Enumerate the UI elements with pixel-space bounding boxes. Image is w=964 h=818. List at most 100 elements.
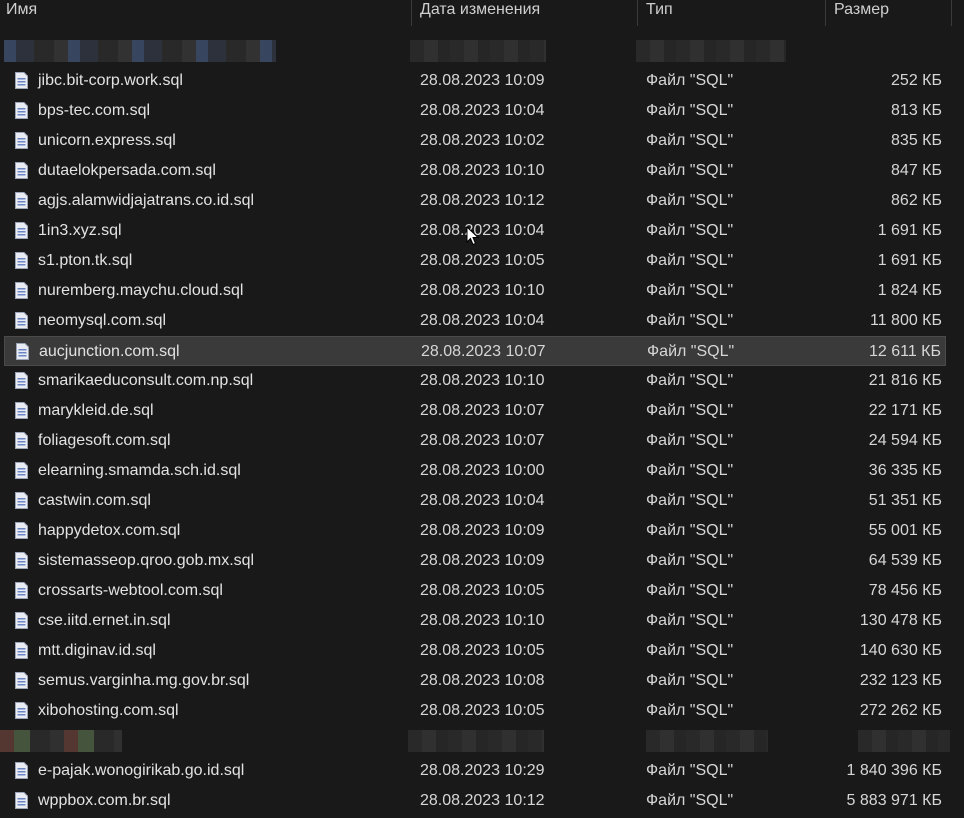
file-row[interactable]: marykleid.de.sql 28.08.2023 10:07 Файл "… bbox=[4, 396, 946, 426]
file-row[interactable]: s1.pton.tk.sql 28.08.2023 10:05 Файл "SQ… bbox=[4, 246, 946, 276]
file-size: 1 824 КБ bbox=[877, 282, 942, 299]
file-type: Файл "SQL" bbox=[646, 792, 734, 809]
file-modified-date: 28.08.2023 10:10 bbox=[420, 372, 545, 389]
file-type: Файл "SQL" bbox=[646, 72, 734, 89]
file-name: foliagesoft.com.sql bbox=[38, 432, 171, 449]
file-type: Файл "SQL" bbox=[646, 132, 734, 149]
file-size: 24 594 КБ bbox=[868, 432, 942, 449]
file-type: Файл "SQL" bbox=[646, 222, 734, 239]
sql-file-icon bbox=[15, 132, 28, 149]
file-type: Файл "SQL" bbox=[646, 162, 734, 179]
sql-file-icon bbox=[15, 162, 28, 179]
file-modified-date: 28.08.2023 10:09 bbox=[420, 72, 545, 89]
column-header-bar: Имя Дата изменения Тип Размер bbox=[0, 0, 964, 26]
sql-file-icon bbox=[15, 252, 28, 269]
file-row[interactable]: wppbox.com.br.sql 28.08.2023 10:12 Файл … bbox=[4, 786, 946, 816]
file-name: crossarts-webtool.com.sql bbox=[38, 582, 223, 599]
file-row[interactable]: dutaelokpersada.com.sql 28.08.2023 10:10… bbox=[4, 156, 946, 186]
sql-file-icon bbox=[15, 792, 28, 809]
file-row[interactable]: foliagesoft.com.sql 28.08.2023 10:07 Фай… bbox=[4, 426, 946, 456]
file-name: happydetox.com.sql bbox=[38, 522, 181, 539]
file-name: sistemasseop.qroo.gob.mx.sql bbox=[38, 552, 255, 569]
file-size: 835 КБ bbox=[891, 132, 942, 149]
column-header-type[interactable]: Тип bbox=[638, 0, 826, 26]
sql-file-icon bbox=[15, 702, 28, 719]
sql-file-icon bbox=[15, 582, 28, 599]
sql-file-icon bbox=[15, 492, 28, 509]
file-modified-date: 28.08.2023 10:04 bbox=[420, 492, 545, 509]
file-type: Файл "SQL" bbox=[646, 552, 734, 569]
file-row[interactable]: aucjunction.com.sql 28.08.2023 10:07 Фай… bbox=[4, 336, 946, 366]
column-header-date[interactable]: Дата изменения bbox=[412, 0, 638, 26]
group-header-redacted bbox=[0, 36, 964, 66]
file-row[interactable]: nuremberg.maychu.cloud.sql 28.08.2023 10… bbox=[4, 276, 946, 306]
file-row[interactable]: crossarts-webtool.com.sql 28.08.2023 10:… bbox=[4, 576, 946, 606]
file-size: 64 539 КБ bbox=[868, 552, 942, 569]
sql-file-icon bbox=[15, 222, 28, 239]
file-modified-date: 28.08.2023 10:08 bbox=[420, 672, 545, 689]
file-name: aucjunction.com.sql bbox=[39, 343, 180, 360]
file-name: semus.varginha.mg.gov.br.sql bbox=[38, 672, 250, 689]
file-row[interactable]: cse.iitd.ernet.in.sql 28.08.2023 10:10 Ф… bbox=[4, 606, 946, 636]
file-size: 12 611 КБ bbox=[868, 343, 941, 360]
file-size: 1 840 396 КБ bbox=[846, 762, 942, 779]
file-row[interactable]: agjs.alamwidjajatrans.co.id.sql 28.08.20… bbox=[4, 186, 946, 216]
file-row[interactable]: sistemasseop.qroo.gob.mx.sql 28.08.2023 … bbox=[4, 546, 946, 576]
file-name: cse.iitd.ernet.in.sql bbox=[38, 612, 171, 629]
column-header-size[interactable]: Размер bbox=[826, 0, 952, 26]
sql-file-icon bbox=[15, 552, 28, 569]
file-type: Файл "SQL" bbox=[646, 462, 734, 479]
file-name: xibohosting.com.sql bbox=[38, 702, 179, 719]
file-modified-date: 28.08.2023 10:05 bbox=[420, 582, 545, 599]
file-modified-date: 28.08.2023 10:29 bbox=[420, 762, 545, 779]
file-type: Файл "SQL" bbox=[646, 102, 734, 119]
column-header-name[interactable]: Имя bbox=[0, 0, 412, 26]
file-row[interactable]: semus.varginha.mg.gov.br.sql 28.08.2023 … bbox=[4, 666, 946, 696]
file-modified-date: 28.08.2023 10:10 bbox=[420, 612, 545, 629]
file-type: Файл "SQL" bbox=[646, 702, 734, 719]
file-modified-date: 28.08.2023 10:12 bbox=[420, 192, 545, 209]
sql-file-icon bbox=[15, 372, 28, 389]
file-size: 130 478 КБ bbox=[859, 612, 942, 629]
file-modified-date: 28.08.2023 10:09 bbox=[420, 552, 545, 569]
sql-file-icon bbox=[15, 522, 28, 539]
sql-file-icon bbox=[15, 642, 28, 659]
sql-file-icon bbox=[15, 402, 28, 419]
file-type: Файл "SQL" bbox=[646, 402, 734, 419]
file-row[interactable]: e-pajak.wonogirikab.go.id.sql 28.08.2023… bbox=[4, 756, 946, 786]
file-size: 1 691 КБ bbox=[877, 222, 942, 239]
file-type: Файл "SQL" bbox=[646, 522, 734, 539]
file-row[interactable]: smarikaeduconsult.com.np.sql 28.08.2023 … bbox=[4, 366, 946, 396]
file-name: jibc.bit-corp.work.sql bbox=[38, 72, 183, 89]
group-header-redacted bbox=[0, 726, 964, 756]
file-name: unicorn.express.sql bbox=[38, 132, 176, 149]
sql-file-icon bbox=[15, 612, 28, 629]
file-row[interactable]: happydetox.com.sql 28.08.2023 10:09 Файл… bbox=[4, 516, 946, 546]
sql-file-icon bbox=[16, 343, 29, 360]
file-type: Файл "SQL" bbox=[646, 282, 734, 299]
file-row[interactable]: neomysql.com.sql 28.08.2023 10:04 Файл "… bbox=[4, 306, 946, 336]
file-modified-date: 28.08.2023 10:02 bbox=[420, 132, 545, 149]
file-modified-date: 28.08.2023 10:04 bbox=[420, 312, 545, 329]
file-name: marykleid.de.sql bbox=[38, 402, 154, 419]
file-row[interactable]: mtt.diginav.id.sql 28.08.2023 10:05 Файл… bbox=[4, 636, 946, 666]
file-modified-date: 28.08.2023 10:05 bbox=[420, 252, 545, 269]
file-modified-date: 28.08.2023 10:07 bbox=[420, 402, 545, 419]
file-row[interactable]: bps-tec.com.sql 28.08.2023 10:04 Файл "S… bbox=[4, 96, 946, 126]
file-size: 11 800 КБ bbox=[869, 312, 942, 329]
sql-file-icon bbox=[15, 72, 28, 89]
file-type: Файл "SQL" bbox=[646, 192, 734, 209]
file-type: Файл "SQL" bbox=[646, 432, 734, 449]
file-row[interactable]: xibohosting.com.sql 28.08.2023 10:05 Фай… bbox=[4, 696, 946, 726]
file-row[interactable]: elearning.smamda.sch.id.sql 28.08.2023 1… bbox=[4, 456, 946, 486]
file-type: Файл "SQL" bbox=[646, 492, 734, 509]
file-name: bps-tec.com.sql bbox=[38, 102, 151, 119]
file-size: 232 123 КБ bbox=[859, 672, 942, 689]
file-size: 51 351 КБ bbox=[868, 492, 942, 509]
file-row[interactable]: jibc.bit-corp.work.sql 28.08.2023 10:09 … bbox=[4, 66, 946, 96]
file-row[interactable]: unicorn.express.sql 28.08.2023 10:02 Фай… bbox=[4, 126, 946, 156]
file-row[interactable]: castwin.com.sql 28.08.2023 10:04 Файл "S… bbox=[4, 486, 946, 516]
file-name: nuremberg.maychu.cloud.sql bbox=[38, 282, 244, 299]
file-name: elearning.smamda.sch.id.sql bbox=[38, 462, 241, 479]
file-size: 5 883 971 КБ bbox=[846, 792, 942, 809]
